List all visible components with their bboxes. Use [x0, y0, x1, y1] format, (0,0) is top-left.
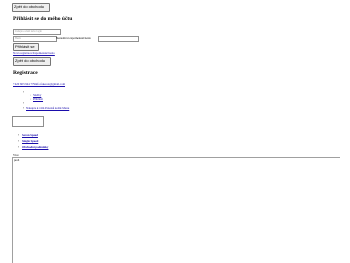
textarea-content: prež — [14, 158, 20, 162]
password-input[interactable]: Heslo — [13, 36, 57, 42]
back-to-shop-button-top[interactable]: Zpět do obchodu — [12, 3, 50, 12]
email-input[interactable]: Zadejte e-mail nebo login — [13, 29, 61, 35]
back-to-shop-label-2: Zpět do obchodu — [15, 58, 46, 63]
bullet-icon: • — [23, 101, 25, 105]
extra-field[interactable] — [98, 36, 139, 42]
password-placeholder: Heslo — [15, 37, 22, 40]
bullet-icon: • — [23, 90, 25, 94]
register-forgot-links[interactable]: Nová registrace/Zapomenuté heslo — [13, 51, 55, 55]
link-seven-speed[interactable]: Seven Speed — [22, 133, 38, 137]
login-heading: Přihlásit se do mého účtu — [13, 16, 73, 22]
link-single-speed[interactable]: Single Speed — [22, 139, 38, 143]
bullet-icon: • — [23, 106, 25, 110]
bullet-icon: ◦ — [30, 97, 32, 101]
contact-info[interactable]: +420 603 944 779info.fakeout@gmail.com — [13, 82, 65, 86]
remember-label: Nezadávat zapomenuté heslo — [56, 36, 91, 40]
login-submit-button[interactable]: Přihlásit se — [13, 43, 39, 51]
link-terms[interactable]: Obchodní podmínky — [22, 145, 48, 149]
bullet-icon: • — [18, 139, 20, 143]
bottom-textarea[interactable]: prež — [12, 157, 340, 263]
login-submit-label: Přihlásit se — [15, 44, 35, 49]
registration-heading: Registrace — [13, 70, 38, 76]
cart-menu-link[interactable]: Nakupte k vám Pokoků košík Menu — [26, 106, 69, 110]
nav-item-login[interactable]: Přihlásit — [33, 97, 43, 101]
back-to-shop-button[interactable]: Zpět do obchodu — [13, 57, 51, 66]
email-placeholder: Zadejte e-mail nebo login — [15, 30, 42, 33]
bullet-icon: • — [18, 145, 20, 149]
bullet-icon: • — [18, 133, 20, 137]
search-input[interactable] — [12, 116, 44, 127]
back-to-shop-label: Zpět do obchodu — [14, 4, 45, 9]
